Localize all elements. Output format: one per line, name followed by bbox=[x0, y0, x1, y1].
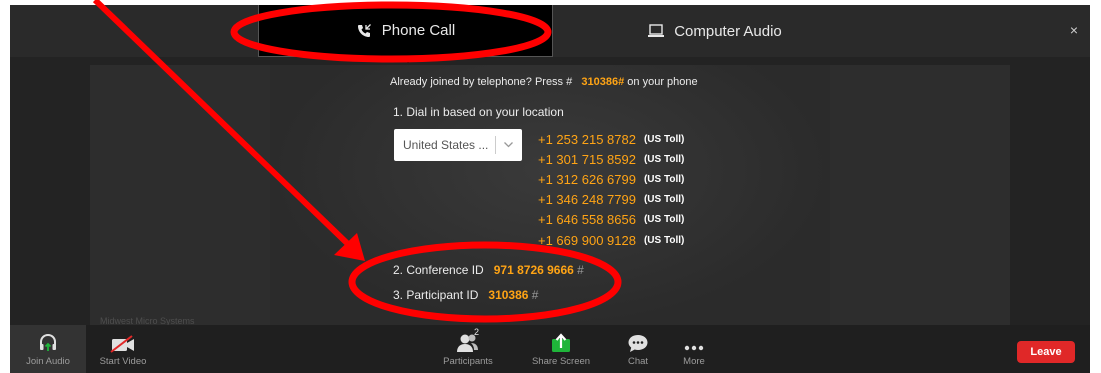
zoom-meeting-window: Midwest Micro Systems Phone Call Compute… bbox=[10, 5, 1090, 373]
dial-in-number[interactable]: +1 301 715 8592 bbox=[538, 152, 636, 167]
dial-in-row: +1 312 626 6799 (US Toll) bbox=[538, 169, 684, 189]
chevron-down-icon bbox=[504, 142, 513, 148]
dial-in-type: (US Toll) bbox=[643, 194, 685, 206]
phone-call-panel: Already joined by telephone? Press # 310… bbox=[10, 5, 1090, 325]
country-select-value: United States ... bbox=[403, 138, 489, 152]
participants-button[interactable]: 2 Participants bbox=[433, 325, 503, 373]
participants-count: 2 bbox=[474, 327, 480, 337]
headphones-icon bbox=[40, 333, 56, 351]
dial-in-row: +1 346 248 7799 (US Toll) bbox=[538, 190, 684, 210]
participant-id-hash: # bbox=[531, 288, 539, 302]
start-video-label: Start Video bbox=[99, 356, 147, 367]
join-audio-button[interactable]: Join Audio bbox=[10, 325, 86, 373]
conference-id-hash: # bbox=[577, 263, 584, 277]
share-screen-button[interactable]: Share Screen bbox=[521, 325, 601, 373]
dial-in-type: (US Toll) bbox=[643, 234, 685, 246]
participant-id: 3. Participant ID 310386 # bbox=[393, 288, 538, 302]
conference-id-value: 971 8726 9666 bbox=[493, 263, 574, 277]
dial-in-type: (US Toll) bbox=[643, 153, 685, 165]
already-joined-suffix: on your phone bbox=[627, 76, 698, 88]
chat-label: Chat bbox=[627, 356, 649, 367]
start-video-button[interactable]: Start Video bbox=[88, 325, 158, 373]
select-divider bbox=[495, 136, 496, 154]
dial-in-row: +1 301 715 8592 (US Toll) bbox=[538, 149, 684, 169]
share-screen-icon bbox=[552, 333, 570, 352]
chat-bubble-icon bbox=[628, 335, 648, 352]
dial-in-type: (US Toll) bbox=[643, 173, 685, 185]
share-screen-label: Share Screen bbox=[531, 356, 591, 367]
dial-in-type: (US Toll) bbox=[643, 214, 685, 226]
dial-in-type: (US Toll) bbox=[643, 133, 685, 145]
video-off-icon bbox=[110, 335, 134, 353]
join-audio-label: Join Audio bbox=[26, 356, 70, 367]
participant-id-value: 310386 bbox=[488, 288, 529, 302]
more-label: More bbox=[683, 356, 705, 367]
dial-in-number[interactable]: +1 312 626 6799 bbox=[538, 172, 636, 187]
conference-id-label: 2. Conference ID bbox=[393, 263, 484, 277]
country-select[interactable]: United States ... bbox=[394, 129, 522, 161]
dial-in-row: +1 646 558 8656 (US Toll) bbox=[538, 210, 684, 230]
dial-in-number[interactable]: +1 669 900 9128 bbox=[538, 233, 636, 248]
more-button[interactable]: More bbox=[670, 325, 718, 373]
participants-label: Participants bbox=[443, 356, 493, 367]
step1-label: 1. Dial in based on your location bbox=[393, 105, 564, 119]
conference-id: 2. Conference ID 971 8726 9666 # bbox=[393, 263, 584, 277]
already-joined-prefix: Already joined by telephone? Press # bbox=[390, 76, 573, 88]
dial-in-number[interactable]: +1 346 248 7799 bbox=[538, 192, 636, 207]
chat-button[interactable]: Chat bbox=[614, 325, 662, 373]
meeting-toolbar: Join Audio Start Video 2 Participants Sh… bbox=[10, 325, 1090, 373]
participant-id-label: 3. Participant ID bbox=[393, 288, 479, 302]
already-joined-text: Already joined by telephone? Press # 310… bbox=[390, 76, 698, 88]
dial-in-row: +1 669 900 9128 (US Toll) bbox=[538, 230, 684, 250]
dial-in-row: +1 253 215 8782 (US Toll) bbox=[538, 129, 684, 149]
more-dots-icon bbox=[684, 345, 704, 351]
leave-button[interactable]: Leave bbox=[1017, 341, 1075, 363]
already-joined-code: 310386# bbox=[581, 76, 625, 88]
dial-in-number[interactable]: +1 253 215 8782 bbox=[538, 132, 636, 147]
dial-in-numbers: +1 253 215 8782 (US Toll) +1 301 715 859… bbox=[538, 129, 684, 250]
dial-in-number[interactable]: +1 646 558 8656 bbox=[538, 212, 636, 227]
